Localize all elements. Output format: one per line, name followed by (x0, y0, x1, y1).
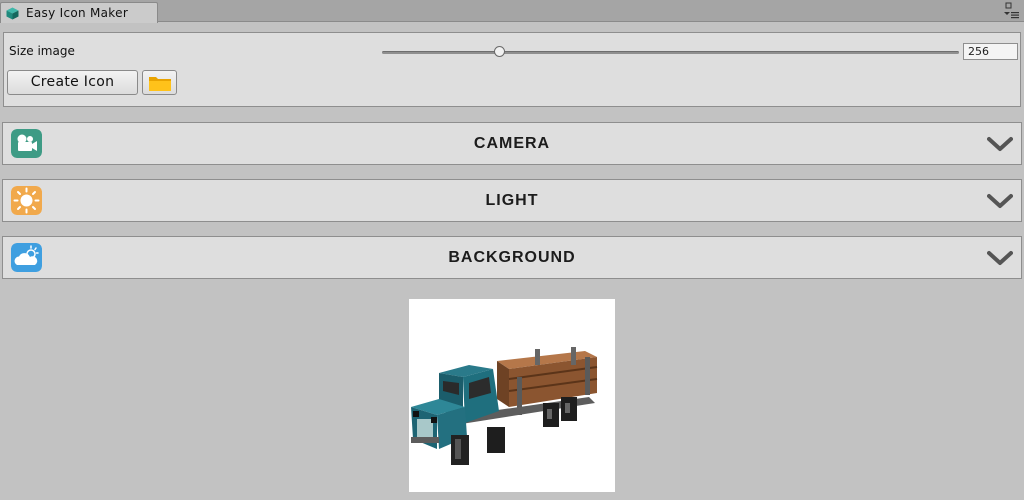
light-section-title: LIGHT (485, 192, 539, 209)
size-input[interactable] (963, 43, 1018, 60)
folder-icon (149, 77, 171, 91)
camera-section[interactable]: CAMERA (2, 122, 1022, 165)
icon-preview (409, 299, 615, 492)
light-section[interactable]: LIGHT (2, 179, 1022, 222)
window-tab[interactable]: Easy Icon Maker (0, 2, 158, 23)
size-slider-thumb[interactable] (494, 46, 505, 57)
tab-bar: Easy Icon Maker (0, 0, 1024, 23)
chevron-down-icon[interactable] (987, 249, 1013, 267)
camera-section-title: CAMERA (473, 135, 551, 152)
window-title: Easy Icon Maker (26, 6, 129, 20)
background-section-title: BACKGROUND (448, 249, 576, 266)
size-image-label: Size image (9, 44, 75, 58)
voxel-truck-image (411, 347, 598, 465)
create-icon-button[interactable]: Create Icon (7, 70, 138, 95)
settings-panel: Size image Create Icon (3, 32, 1021, 107)
chevron-down-icon[interactable] (987, 192, 1013, 210)
window-menu-icon[interactable] (1002, 2, 1020, 20)
background-section[interactable]: BACKGROUND (2, 236, 1022, 279)
size-slider[interactable] (382, 51, 959, 54)
open-folder-button[interactable] (142, 70, 177, 95)
chevron-down-icon[interactable] (987, 135, 1013, 153)
cube-icon (6, 7, 19, 20)
